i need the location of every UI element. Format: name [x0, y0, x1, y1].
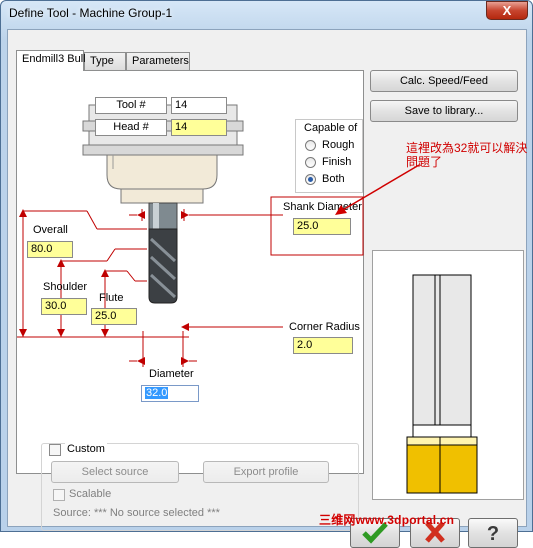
save-to-library-button[interactable]: Save to library...: [370, 100, 518, 122]
annotation-arrow: [335, 164, 420, 215]
dialog-window: Define Tool - Machine Group-1 X Endmill3…: [0, 0, 533, 548]
tab-type[interactable]: Type: [84, 52, 126, 70]
annotation-note: 這裡改為32就可以解決問題了: [406, 141, 528, 169]
help-button[interactable]: ?: [468, 518, 518, 548]
select-source-button[interactable]: Select source: [51, 461, 179, 483]
tool-number-label: Tool #: [95, 97, 167, 114]
both-radio[interactable]: [305, 174, 316, 185]
head-number-input[interactable]: 14: [171, 119, 227, 136]
corner-radius-input[interactable]: 2.0: [293, 337, 353, 354]
close-button[interactable]: X: [486, 1, 528, 20]
dialog-client: Endmill3 Bull Type Parameters Tool # 14 …: [7, 29, 527, 548]
flute-label: Flute: [99, 292, 124, 304]
calc-speed-feed-button[interactable]: Calc. Speed/Feed: [370, 70, 518, 92]
shoulder-label: Shoulder: [43, 281, 88, 293]
tab-endmill3-bull[interactable]: Endmill3 Bull: [16, 50, 86, 71]
diameter-label: Diameter: [149, 368, 194, 380]
rough-radio[interactable]: [305, 140, 316, 151]
rough-label: Rough: [322, 139, 355, 151]
scalable-label: Scalable: [69, 488, 112, 500]
custom-checkbox[interactable]: [49, 444, 61, 456]
custom-label: Custom: [65, 443, 107, 455]
tool-number-input[interactable]: 14: [171, 97, 227, 114]
tab-parameters[interactable]: Parameters: [126, 52, 190, 70]
watermark: 三维网www.3dportal.cn: [319, 513, 455, 527]
shoulder-input[interactable]: 30.0: [41, 298, 87, 315]
corner-radius-label: Corner Radius: [289, 321, 360, 333]
tool-definition-page: Tool # 14 Head # 14 Capable of Rough Fin…: [16, 70, 364, 531]
title-bar: Define Tool - Machine Group-1 X: [1, 1, 533, 27]
window-title: Define Tool - Machine Group-1: [9, 6, 173, 20]
head-number-label: Head #: [95, 119, 167, 136]
flute-input[interactable]: 25.0: [91, 308, 137, 325]
tool-preview: [372, 250, 524, 500]
svg-text:?: ?: [487, 523, 499, 545]
overall-input[interactable]: 80.0: [27, 241, 73, 258]
capable-of-title: Capable of: [304, 122, 358, 134]
overall-label: Overall: [33, 224, 68, 236]
help-icon: ?: [487, 523, 499, 545]
diameter-input[interactable]: 32.0: [141, 385, 199, 402]
tool-preview-image: [406, 274, 478, 494]
diameter-value: 32.0: [145, 387, 169, 399]
source-status: Source: *** No source selected ***: [53, 507, 220, 519]
scalable-checkbox[interactable]: [53, 489, 65, 501]
finish-radio[interactable]: [305, 157, 316, 168]
export-profile-button[interactable]: Export profile: [203, 461, 329, 483]
